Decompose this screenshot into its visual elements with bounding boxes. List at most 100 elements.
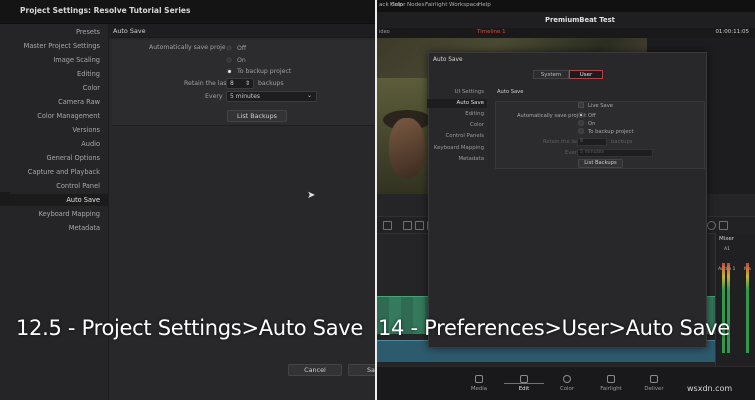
project-header: PremiumBeat Test: [377, 12, 755, 28]
dialog-title: Auto Save: [433, 57, 463, 63]
sidebar-item-capture-and-playback[interactable]: Capture and Playback: [28, 168, 100, 176]
mouse-cursor-icon: ➤: [307, 190, 316, 201]
sidebar-item-color[interactable]: Color: [83, 84, 100, 92]
dialog-sidebar-keyboard-mapping[interactable]: Keyboard Mapping: [434, 145, 484, 151]
save-button[interactable]: Sa: [348, 364, 375, 376]
deliver-icon[interactable]: [650, 375, 658, 383]
cancel-button[interactable]: Cancel: [288, 364, 342, 376]
sidebar-item-master-project-settings[interactable]: Master Project Settings: [24, 42, 100, 50]
dialog-panel-title: Auto Save: [497, 89, 524, 95]
menubar: ack Help Color Nodes Fairlight Workspace…: [377, 0, 755, 12]
timecode: 01:00:11:05: [715, 29, 749, 35]
preferences-dialog: Auto Save System User UI Settings Auto S…: [427, 52, 707, 348]
trim-tool-icon[interactable]: [403, 221, 412, 230]
sidebar-item-keyboard-mapping[interactable]: Keyboard Mapping: [39, 210, 100, 218]
sidebar-item-image-scaling[interactable]: Image Scaling: [53, 56, 100, 64]
radio-backup[interactable]: [225, 67, 233, 75]
dialog-retain-stepper[interactable]: 8: [577, 138, 607, 146]
right-screenshot: ack Help Color Nodes Fairlight Workspace…: [377, 0, 755, 400]
every-label: Every: [205, 93, 223, 100]
color-icon[interactable]: [563, 375, 571, 383]
tiny-label: ideo: [379, 29, 390, 35]
menu-item-color[interactable]: Color: [391, 2, 406, 8]
retain-label: Retain the last: [184, 80, 229, 87]
edit-icon[interactable]: [520, 375, 528, 383]
page-media[interactable]: Media: [459, 386, 499, 392]
window-titlebar: Project Settings: Resolve Tutorial Serie…: [0, 0, 375, 24]
retain-value: 8: [230, 80, 234, 87]
dialog-every-select[interactable]: 5 minutes: [577, 149, 653, 157]
list-backups-button[interactable]: List Backups: [227, 110, 287, 122]
mixer-track-a1: A1: [724, 247, 731, 252]
project-name: PremiumBeat Test: [545, 16, 615, 24]
fairlight-icon[interactable]: [607, 375, 615, 383]
dialog-radio-off-label: Off: [588, 113, 596, 119]
active-page-indicator: [504, 383, 544, 384]
tab-system[interactable]: System: [533, 70, 569, 79]
dialog-sidebar-editing[interactable]: Editing: [465, 111, 484, 117]
sidebar-item-editing[interactable]: Editing: [77, 70, 100, 78]
dialog-sidebar-control-panels[interactable]: Control Panels: [445, 133, 484, 139]
left-screenshot: Project Settings: Resolve Tutorial Serie…: [0, 0, 375, 400]
menu-item-help[interactable]: Help: [478, 2, 491, 8]
dialog-retain-label: Retain the last: [543, 139, 581, 145]
zoom-icon[interactable]: [707, 221, 716, 230]
page-deliver[interactable]: Deliver: [634, 386, 674, 392]
dialog-sidebar-metadata[interactable]: Metadata: [458, 156, 484, 162]
sidebar-item-presets[interactable]: Presets: [76, 28, 100, 36]
dialog-radio-backup-label: To backup project: [588, 129, 634, 135]
sidebar-item-control-panel[interactable]: Control Panel: [56, 182, 100, 190]
caption-right: 14 - Preferences>User>Auto Save: [378, 316, 730, 340]
menu-item-nodes[interactable]: Nodes: [407, 2, 425, 8]
menu-item[interactable]: ack: [379, 2, 389, 8]
settings-sidebar: Presets Master Project Settings Image Sc…: [0, 24, 108, 400]
live-save-checkbox[interactable]: [578, 102, 584, 108]
every-select[interactable]: 5 minutes ⌄: [226, 91, 317, 102]
page-edit[interactable]: Edit: [504, 386, 544, 392]
stepper-icon: ⇕: [244, 80, 250, 87]
audio-meter: [746, 263, 749, 353]
dialog-retain-unit: backups: [611, 139, 633, 145]
dialog-radio-on[interactable]: [578, 120, 584, 126]
retain-unit: backups: [258, 80, 284, 87]
view-icon[interactable]: [719, 221, 728, 230]
dialog-radio-off[interactable]: [578, 112, 584, 118]
chevron-down-icon: ⌄: [306, 92, 312, 99]
sidebar-item-versions[interactable]: Versions: [72, 126, 100, 134]
timeline-selector[interactable]: Timeline 1: [477, 29, 506, 35]
edge-strip: [0, 192, 10, 204]
sidebar-item-auto-save[interactable]: Auto Save: [0, 194, 108, 206]
selection-tool-icon[interactable]: [383, 221, 392, 230]
every-value: 5 minutes: [230, 93, 261, 100]
radio-off[interactable]: [225, 44, 233, 52]
dialog-radio-backup[interactable]: [578, 128, 584, 134]
page-color[interactable]: Color: [547, 386, 587, 392]
blade-tool-icon[interactable]: [415, 221, 424, 230]
tab-user[interactable]: User: [569, 70, 603, 79]
dialog-sidebar-ui-settings[interactable]: UI Settings: [455, 89, 484, 95]
menu-item-fairlight[interactable]: Fairlight: [425, 2, 447, 8]
window-title: Project Settings: Resolve Tutorial Serie…: [20, 6, 191, 15]
sidebar-item-general-options[interactable]: General Options: [46, 154, 100, 162]
mixer-panel: Mixer A1 Audio 1 Ma: [715, 233, 755, 366]
page-navigation: Media Edit Color Fairlight Deliver: [377, 366, 755, 400]
sidebar-item-metadata[interactable]: Metadata: [69, 224, 100, 232]
auto-save-label: Automatically save project: [149, 44, 232, 51]
sidebar-item-camera-raw[interactable]: Camera Raw: [58, 98, 100, 106]
live-save-label: Live Save: [588, 103, 613, 109]
sidebar-item-audio[interactable]: Audio: [81, 140, 100, 148]
viewer-header: ideo Timeline 1 01:00:11:05: [377, 28, 755, 38]
panel-title: Auto Save: [113, 27, 146, 35]
radio-on[interactable]: [225, 56, 233, 64]
page-fairlight[interactable]: Fairlight: [591, 386, 631, 392]
retain-stepper[interactable]: 8 ⇕: [226, 78, 254, 89]
dialog-sidebar-auto-save[interactable]: Auto Save: [427, 99, 487, 108]
dialog-list-backups-button[interactable]: List Backups: [578, 159, 623, 168]
media-icon[interactable]: [475, 375, 483, 383]
mixer-title: Mixer: [719, 236, 735, 242]
caption-left: 12.5 - Project Settings>Auto Save: [16, 316, 364, 340]
menu-item-workspace[interactable]: Workspace: [449, 2, 480, 8]
sidebar-item-color-management[interactable]: Color Management: [37, 112, 100, 120]
dialog-sidebar-color[interactable]: Color: [470, 122, 484, 128]
radio-backup-label: To backup project: [237, 68, 292, 75]
